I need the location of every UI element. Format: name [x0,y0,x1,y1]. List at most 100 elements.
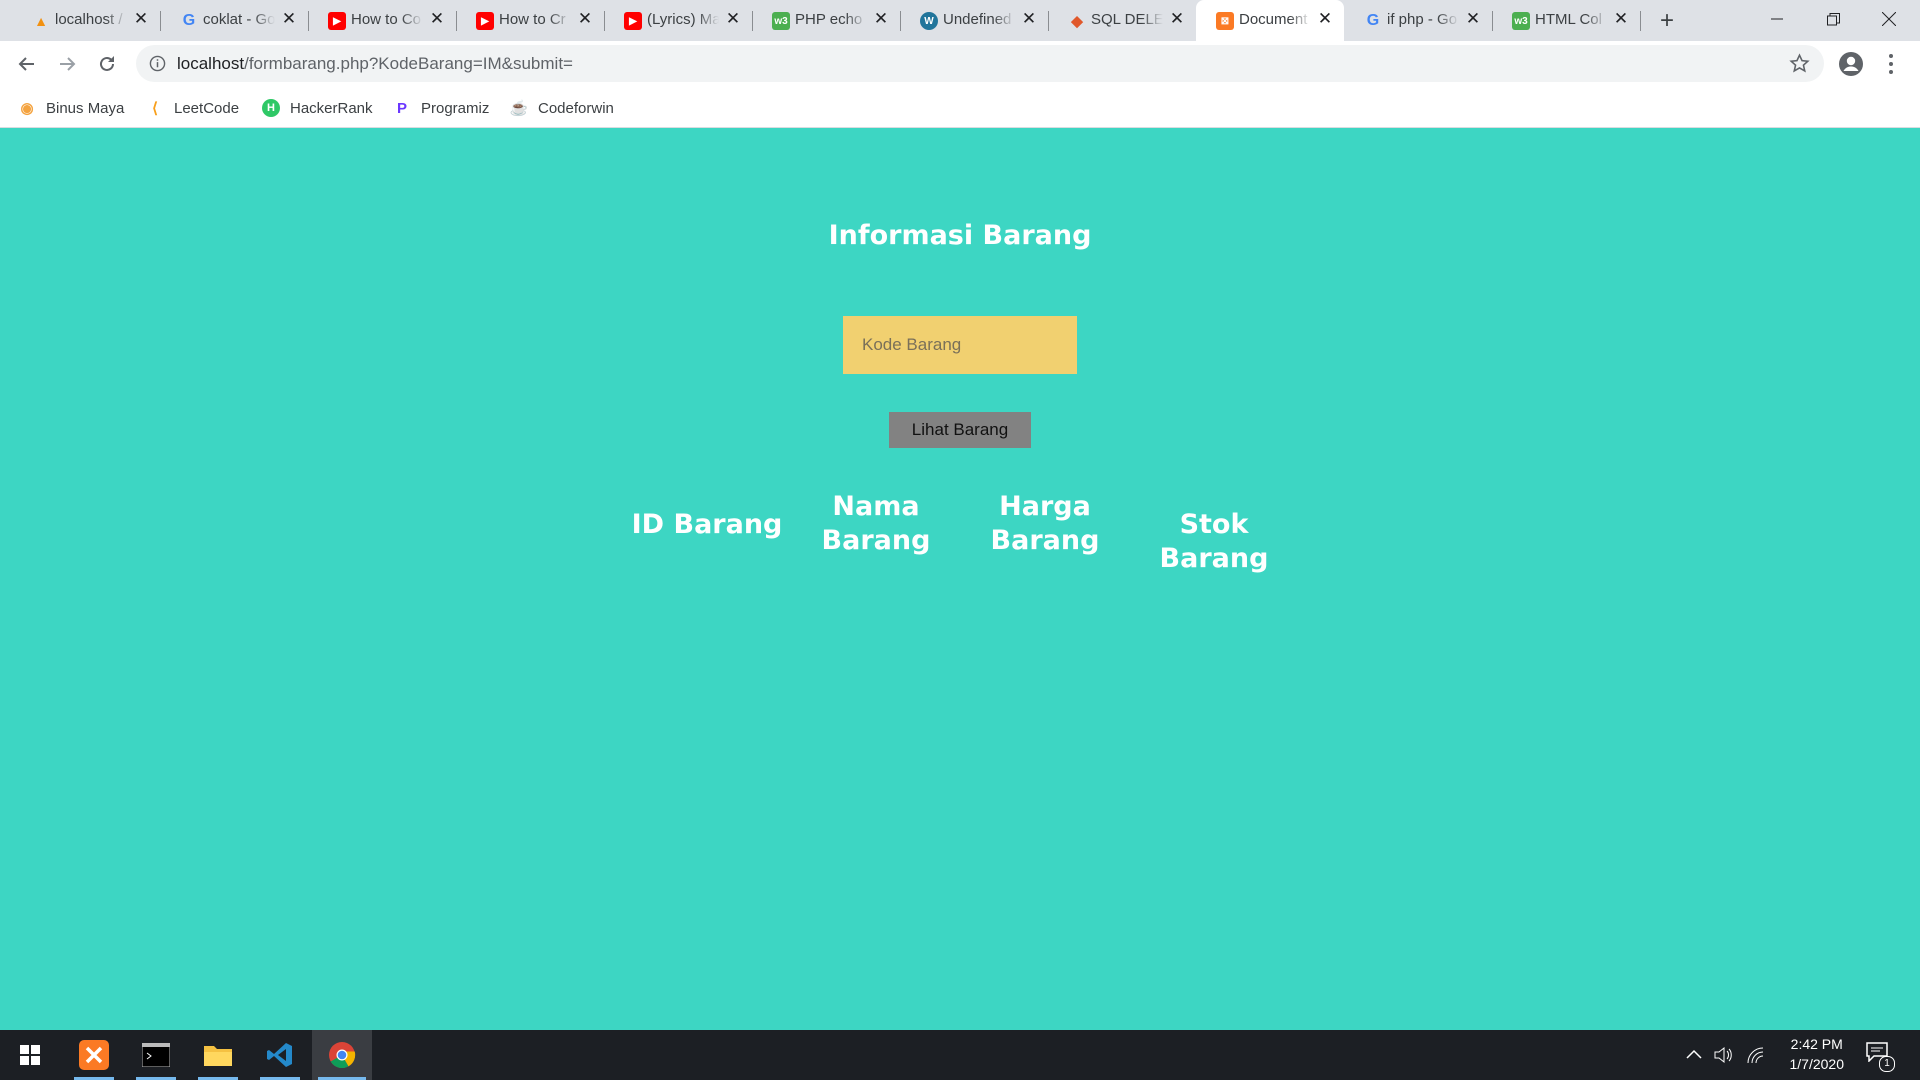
page-title: Informasi Barang [828,220,1092,251]
hackerrank-icon: H [262,99,280,117]
start-button[interactable] [0,1030,60,1080]
google-icon: G [1366,12,1380,29]
restore-icon [1826,12,1840,25]
back-button[interactable] [11,48,43,80]
close-tab-icon[interactable]: ✕ [428,10,446,28]
browser-tab[interactable]: ▶ How to Cr ✕ [456,0,605,41]
notification-count-badge: 1 [1879,1056,1895,1072]
taskbar-vscode[interactable] [254,1030,306,1080]
tab-title: (Lyrics) Ma [647,11,719,28]
codeforwin-icon: ☕ [509,100,529,117]
action-center-button[interactable]: 1 [1866,1042,1895,1072]
taskbar-file-explorer[interactable] [192,1030,244,1080]
taskbar-terminal[interactable] [130,1030,182,1080]
results-table-header: ID Barang Nama Barang Harga Barang Stok … [0,490,1920,574]
web-page: Informasi Barang Lihat Barang ID Barang … [0,128,1920,1030]
bookmark-programiz[interactable]: P Programiz [393,97,489,119]
tab-title: PHP echo [795,11,863,28]
column-header-id: ID Barang [631,509,783,540]
speaker-icon[interactable] [1713,1046,1733,1064]
tab-title: if php - Go [1387,11,1458,28]
browser-tab[interactable]: Gif php - Go ✕ [1344,0,1493,41]
browser-tab[interactable]: ▶ How to Co ✕ [308,0,457,41]
bookmark-label: Binus Maya [46,99,125,117]
code-icon: ◆ [1071,13,1083,30]
close-tab-icon[interactable]: ✕ [1316,10,1334,28]
browser-tab[interactable]: w3 HTML Col ✕ [1492,0,1641,41]
vscode-icon [267,1043,292,1067]
tab-strip: ▲ localhost / ✕ Gcoklat - Go ✕ ▶ How to Co ✕ ▶ Ho… [0,0,1920,41]
bookmark-label: HackerRank [290,99,373,117]
column-header-nama: Nama Barang [821,491,931,556]
tab-title: SQL DELET [1091,11,1163,28]
reload-button[interactable] [91,48,123,80]
bookmark-codeforwin[interactable]: ☕ Codeforwin [510,97,614,119]
kode-barang-input[interactable] [843,316,1077,374]
close-tab-icon[interactable]: ✕ [132,10,150,28]
browser-tab[interactable]: Gcoklat - Go ✕ [160,0,309,41]
youtube-icon: ▶ [624,12,642,30]
arrow-left-icon [18,57,34,71]
close-tab-icon[interactable]: ✕ [576,10,594,28]
close-tab-icon[interactable]: ✕ [872,10,890,28]
tab-title: How to Cr [499,11,566,28]
clock-date: 1/7/2020 [1789,1056,1845,1072]
system-clock[interactable]: 2:42 PM 1/7/2020 [1790,1034,1845,1074]
restore-button[interactable] [1810,0,1856,38]
close-icon [1882,12,1896,26]
minimize-button[interactable] [1754,0,1800,38]
tab-title: localhost / [55,11,123,28]
arrow-right-icon [60,57,76,71]
url-host: localhost [177,54,245,73]
taskbar: 2:42 PM 1/7/2020 1 [0,1030,1920,1080]
tab-separator [1640,11,1641,31]
browser-tab[interactable]: w3 PHP echo ✕ [752,0,901,41]
tab-title: Document [1239,11,1308,28]
close-tab-icon[interactable]: ✕ [1612,10,1630,28]
close-tab-icon[interactable]: ✕ [280,10,298,28]
google-icon: G [182,12,196,29]
bookmark-star-icon[interactable] [1789,53,1810,74]
close-tab-icon[interactable]: ✕ [1168,10,1186,28]
address-bar[interactable]: localhost/formbarang.php?KodeBarang=IM&s… [136,45,1824,82]
url-text[interactable]: localhost/formbarang.php?KodeBarang=IM&s… [177,54,573,74]
browser-menu-icon[interactable] [1884,51,1898,77]
bookmark-leetcode[interactable]: ⟨ LeetCode [146,97,239,119]
column-header-harga: Harga Barang [990,491,1100,556]
browser-tab[interactable]: ⊠ Document ✕ [1196,0,1344,41]
tab-title: coklat - Go [203,11,275,28]
chevron-up-icon[interactable] [1686,1048,1702,1060]
xampp-icon [79,1040,109,1070]
bookmarks-bar: ◉ Binus Maya ⟨ LeetCode H HackerRank P Programi… [0,87,1920,128]
youtube-icon: ▶ [476,12,494,30]
close-tab-icon[interactable]: ✕ [1464,10,1482,28]
wifi-icon[interactable] [1746,1046,1766,1064]
close-window-button[interactable] [1866,0,1912,38]
browser-tab[interactable]: ▶ (Lyrics) Ma ✕ [604,0,753,41]
column-header-stok: Stok Barang [1159,509,1269,574]
account-icon[interactable] [1838,51,1864,77]
bookmark-binus-maya[interactable]: ◉ Binus Maya [18,97,124,119]
lihat-barang-button[interactable]: Lihat Barang [889,412,1031,448]
browser-tab[interactable]: W Undefined ✕ [900,0,1049,41]
taskbar-xampp[interactable] [68,1030,120,1080]
info-icon[interactable] [149,55,166,72]
youtube-icon: ▶ [328,12,346,30]
forward-button[interactable] [51,48,83,80]
leetcode-icon: ⟨ [152,100,158,117]
xampp-icon: ⊠ [1216,12,1234,30]
browser-tab[interactable]: ◆ SQL DELET ✕ [1048,0,1197,41]
taskbar-chrome[interactable] [312,1030,372,1080]
w3schools-icon: w3 [1512,12,1530,30]
new-tab-button[interactable]: + [1653,7,1681,35]
chrome-icon [329,1042,356,1069]
browser-toolbar: localhost/formbarang.php?KodeBarang=IM&s… [0,41,1920,87]
bookmark-hackerrank[interactable]: H HackerRank [262,97,373,119]
folder-icon [204,1046,232,1066]
programiz-icon: P [396,99,407,117]
phpmyadmin-icon: ▲ [34,13,48,29]
tab-title: Undefined [943,11,1012,28]
close-tab-icon[interactable]: ✕ [724,10,742,28]
close-tab-icon[interactable]: ✕ [1020,10,1038,28]
browser-tab[interactable]: ▲ localhost / ✕ [12,0,161,41]
